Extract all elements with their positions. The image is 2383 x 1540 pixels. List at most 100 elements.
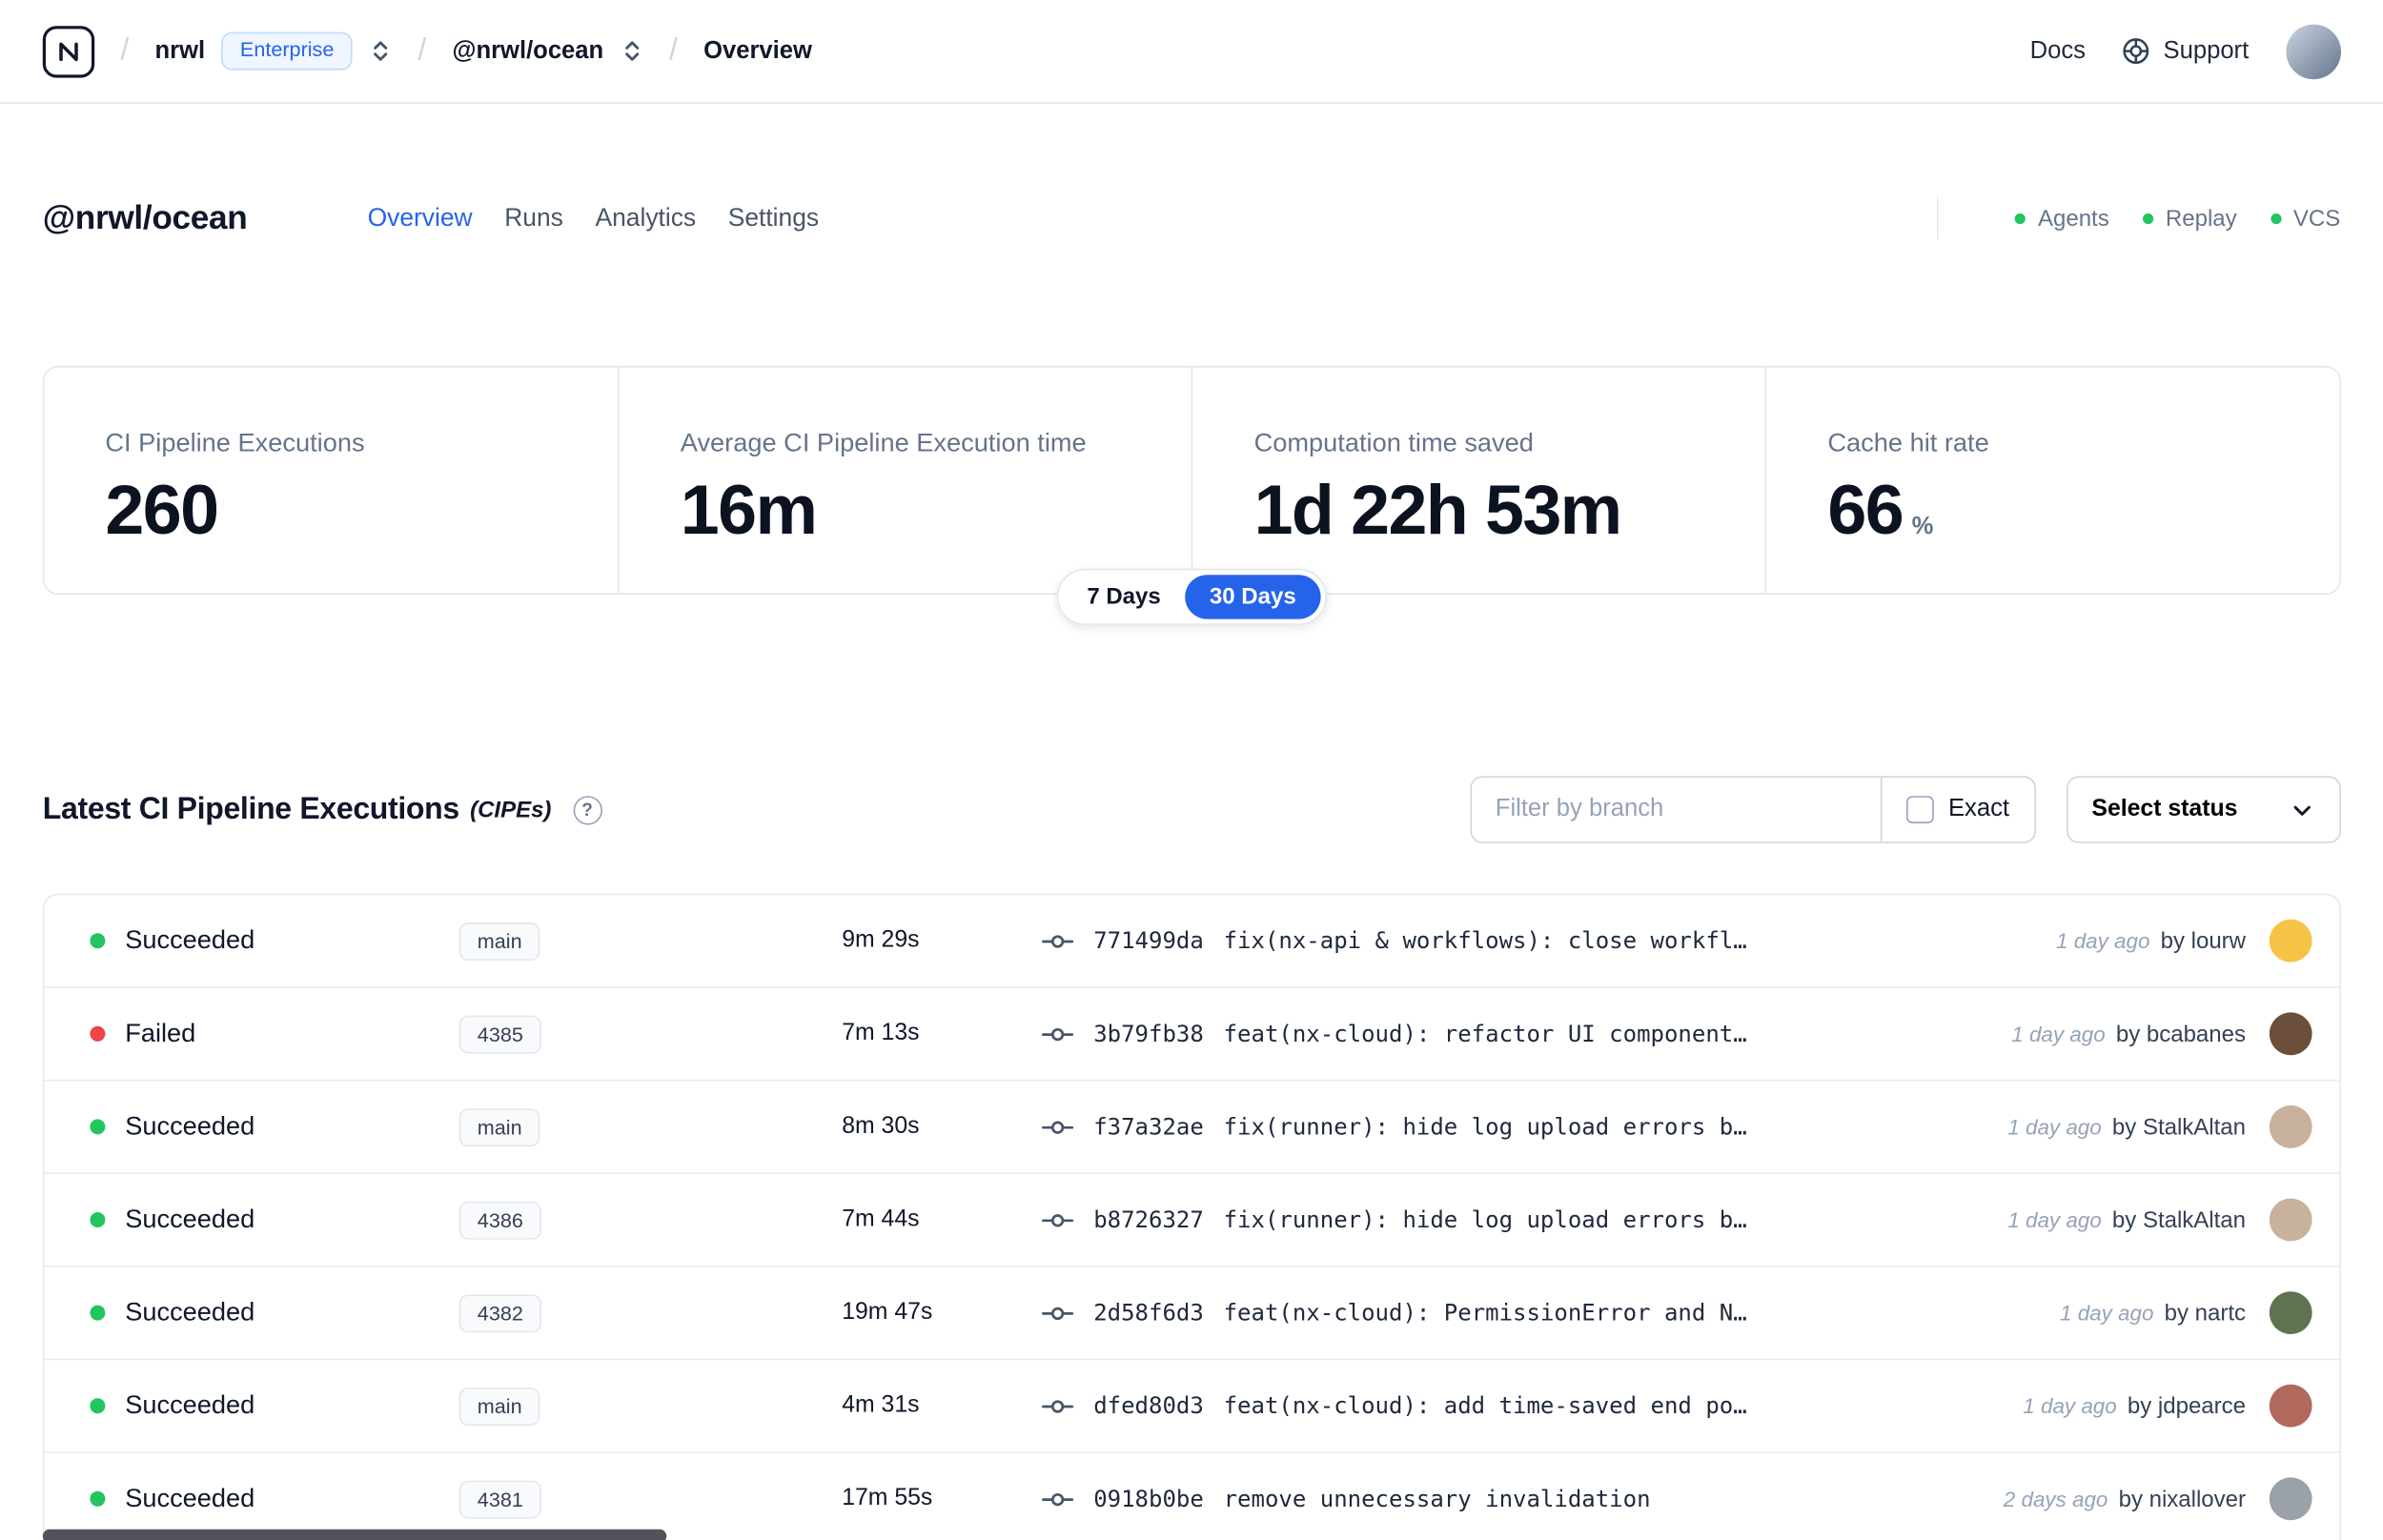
range-7-days-button[interactable]: 7 Days xyxy=(1063,575,1186,618)
horizontal-scrollbar-thumb[interactable] xyxy=(42,1529,667,1540)
cipe-row[interactable]: Succeeded main 9m 29s 771499da fix(nx-ap… xyxy=(44,895,2339,988)
env-item-replay[interactable]: Replay xyxy=(2142,205,2237,232)
env-status-group: Agents Replay VCS xyxy=(1937,196,2341,240)
cipe-row[interactable]: Failed 4385 7m 13s 3b79fb38 feat(nx-clou… xyxy=(44,988,2339,1082)
enterprise-badge: Enterprise xyxy=(221,31,353,71)
divider xyxy=(1937,196,1939,240)
commit-hash: 3b79fb38 xyxy=(1093,1020,1204,1048)
cipe-row[interactable]: Succeeded 4386 7m 44s b8726327 fix(runne… xyxy=(44,1174,2339,1267)
support-label: Support xyxy=(2163,37,2250,64)
status-dot xyxy=(90,933,106,949)
workspace-tabs: Overview Runs Analytics Settings xyxy=(368,197,1938,238)
breadcrumb-separator: / xyxy=(418,33,427,68)
status-dot xyxy=(90,1398,106,1414)
author: by lourw xyxy=(2160,927,2246,954)
tab-analytics[interactable]: Analytics xyxy=(595,197,696,238)
tab-runs[interactable]: Runs xyxy=(504,197,563,238)
status-label: Succeeded xyxy=(125,1205,255,1234)
breadcrumb-org[interactable]: nrwl xyxy=(155,37,206,65)
range-30-days-button[interactable]: 30 Days xyxy=(1185,575,1321,619)
commit-hash: b8726327 xyxy=(1093,1206,1204,1234)
env-item-agents[interactable]: Agents xyxy=(2015,205,2109,231)
cipe-row[interactable]: Succeeded 4381 17m 55s 0918b0be remove u… xyxy=(44,1453,2338,1540)
support-link[interactable]: Support xyxy=(2122,36,2249,65)
status-label: Failed xyxy=(125,1018,196,1048)
commit-message: feat(nx-cloud): PermissionError and N… xyxy=(1223,1299,1747,1327)
duration: 9m 29s xyxy=(842,926,920,953)
time-ago: 1 day ago xyxy=(2056,928,2150,953)
chevron-down-icon xyxy=(2289,797,2314,822)
page: / nrwl Enterprise / @nrwl/ocean / Overvi… xyxy=(0,0,2383,1540)
time-ago: 2 days ago xyxy=(2003,1487,2108,1511)
git-commit-icon xyxy=(1042,1023,1074,1045)
breadcrumb-separator: / xyxy=(120,33,130,68)
commit-message: fix(runner): hide log upload errors b… xyxy=(1223,1113,1747,1141)
row-avatar xyxy=(2269,1198,2312,1242)
stat-card-cache-hit: Cache hit rate 66% xyxy=(1764,367,2339,594)
branch-badge: main xyxy=(458,1387,540,1426)
stat-value: 66% xyxy=(1827,469,1934,549)
stat-value: 260 xyxy=(105,469,219,549)
tab-overview[interactable]: Overview xyxy=(368,197,473,238)
breadcrumb-separator: / xyxy=(668,33,678,68)
status-dot xyxy=(90,1490,106,1507)
workspace-switcher-icon[interactable] xyxy=(621,36,643,65)
stat-card-executions: CI Pipeline Executions 260 xyxy=(44,368,618,594)
status-select-label: Select status xyxy=(2091,796,2238,822)
stat-label: Average CI Pipeline Execution time xyxy=(680,428,1087,457)
user-avatar[interactable] xyxy=(2285,23,2341,79)
env-item-label: Agents xyxy=(2038,205,2109,232)
status-label: Succeeded xyxy=(125,1297,255,1327)
git-commit-icon xyxy=(1042,1115,1074,1138)
tab-settings[interactable]: Settings xyxy=(728,197,819,238)
cipe-row[interactable]: Succeeded 4382 19m 47s 2d58f6d3 feat(nx-… xyxy=(44,1267,2339,1361)
top-nav: / nrwl Enterprise / @nrwl/ocean / Overvi… xyxy=(0,0,2383,104)
duration: 7m 13s xyxy=(842,1020,920,1046)
org-switcher-icon[interactable] xyxy=(369,36,392,65)
docs-link[interactable]: Docs xyxy=(2030,37,2086,65)
env-item-label: VCS xyxy=(2292,205,2341,232)
row-avatar xyxy=(2269,919,2312,962)
stat-card-avg-time: Average CI Pipeline Execution time 16m xyxy=(618,367,1192,594)
stat-label: Computation time saved xyxy=(1253,428,1534,457)
branch-badge: 4385 xyxy=(458,1014,542,1053)
author: by jdpearce xyxy=(2127,1392,2246,1419)
exact-checkbox[interactable] xyxy=(1906,796,1935,823)
cipe-row[interactable]: Succeeded main 8m 30s f37a32ae fix(runne… xyxy=(44,1081,2339,1174)
breadcrumb-workspace[interactable]: @nrwl/ocean xyxy=(452,37,603,65)
green-status-dot xyxy=(2142,213,2154,224)
exact-match-toggle[interactable]: Exact xyxy=(1881,778,2034,842)
row-avatar xyxy=(2269,1012,2312,1056)
author: by nartc xyxy=(2164,1300,2246,1327)
exact-label: Exact xyxy=(1947,796,2009,822)
stat-label: CI Pipeline Executions xyxy=(105,428,365,457)
cipes-title: Latest CI Pipeline Executions xyxy=(42,792,459,826)
cipe-row[interactable]: Succeeded main 4m 31s dfed80d3 feat(nx-c… xyxy=(44,1360,2339,1453)
time-ago: 1 day ago xyxy=(2023,1393,2117,1418)
git-commit-icon xyxy=(1042,929,1074,952)
duration: 7m 44s xyxy=(842,1206,920,1232)
env-item-vcs[interactable]: VCS xyxy=(2270,205,2341,232)
stat-card-time-saved: Computation time saved 1d 22h 53m xyxy=(1192,367,1765,594)
stat-suffix: % xyxy=(1911,514,1934,540)
branch-filter-input[interactable] xyxy=(1471,778,1882,842)
duration: 19m 47s xyxy=(842,1299,933,1326)
branch-badge: 4382 xyxy=(458,1293,542,1332)
status-dot xyxy=(90,1212,106,1227)
commit-hash: 0918b0be xyxy=(1093,1485,1204,1513)
commit-message: fix(nx-api & workflows): close workfl… xyxy=(1223,926,1747,955)
commit-hash: 771499da xyxy=(1093,926,1204,955)
help-icon[interactable]: ? xyxy=(572,795,602,824)
breadcrumb: / nrwl Enterprise / @nrwl/ocean / Overvi… xyxy=(42,25,812,77)
status-select-dropdown[interactable]: Select status xyxy=(2066,776,2341,843)
status-label: Succeeded xyxy=(125,1483,255,1513)
nx-cloud-logo-icon[interactable] xyxy=(42,25,95,77)
row-avatar xyxy=(2269,1291,2312,1334)
branch-badge: 4386 xyxy=(458,1201,542,1239)
git-commit-icon xyxy=(1042,1302,1074,1325)
status-dot xyxy=(90,1025,106,1042)
env-item-label: Replay xyxy=(2165,205,2237,232)
time-ago: 1 day ago xyxy=(2060,1300,2154,1326)
duration: 17m 55s xyxy=(842,1485,933,1511)
page-title: @nrwl/ocean xyxy=(42,198,248,236)
